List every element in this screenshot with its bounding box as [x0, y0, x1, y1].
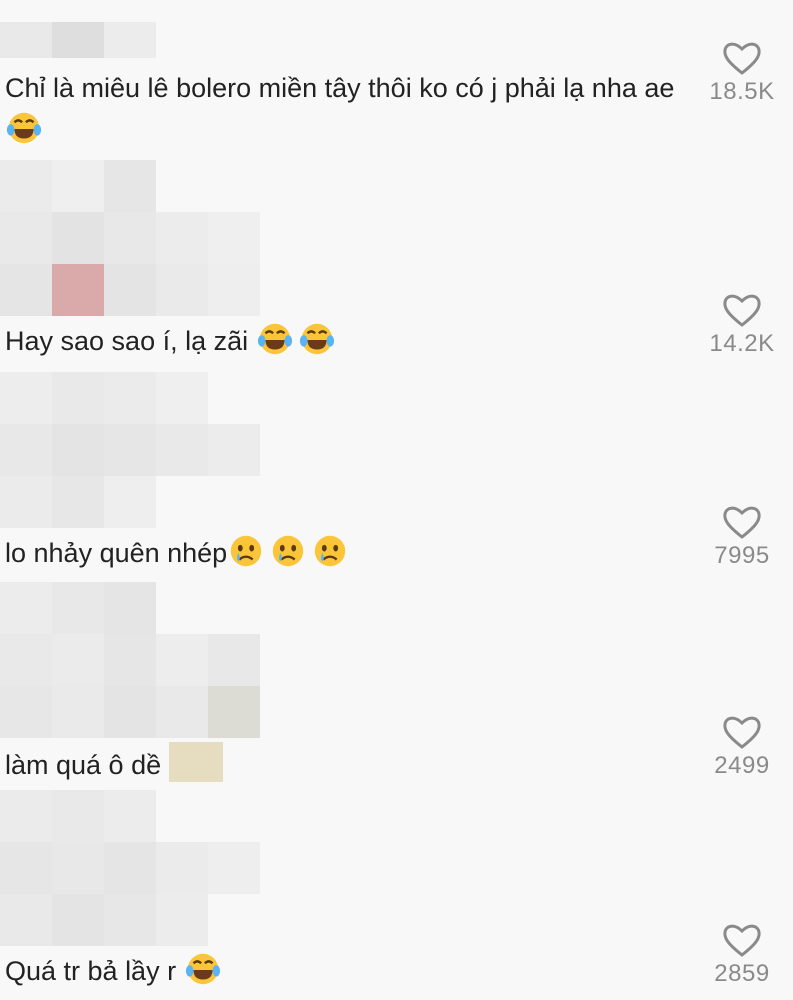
like-count: 2859 [714, 960, 770, 987]
heart-outline-icon [723, 42, 761, 75]
comment-text: Quá tr bả lầy r [5, 950, 685, 992]
like-count: 18.5K [709, 78, 775, 105]
laughing-tears-emoji [298, 320, 336, 358]
like-count: 2499 [714, 752, 770, 779]
like-button[interactable]: 2499 [704, 714, 780, 780]
comment-text: Chỉ là miêu lê bolero miền tây thôi ko c… [5, 68, 685, 151]
comment-item: lo nhảy quên nhép 7995 [0, 372, 793, 582]
redacted-emoji [169, 742, 224, 782]
sad-tear-emoji [311, 532, 349, 570]
laughing-tears-emoji [184, 950, 222, 988]
comment-item: Chỉ là miêu lê bolero miền tây thôi ko c… [0, 0, 793, 160]
like-button[interactable]: 14.2K [704, 292, 780, 358]
like-button[interactable]: 2859 [704, 922, 780, 988]
comment-text: Hay sao sao í, lạ zãi [5, 320, 685, 362]
comment-text: lo nhảy quên nhép [5, 532, 685, 574]
comment-text: làm quá ô dề [5, 742, 685, 786]
like-button[interactable]: 7995 [704, 504, 780, 570]
heart-outline-icon [723, 294, 761, 327]
laughing-tears-emoji [5, 109, 43, 147]
sad-tear-emoji [269, 532, 307, 570]
comment-item: làm quá ô dề 2499 [0, 582, 793, 792]
comment-item: Quá tr bả lầy r 2859 [0, 790, 793, 1000]
like-count: 7995 [714, 542, 770, 569]
heart-outline-icon [723, 716, 761, 749]
comment-item: Hay sao sao í, lạ zãi 14.2K [0, 160, 793, 370]
heart-outline-icon [723, 506, 761, 539]
sad-tear-emoji [227, 532, 265, 570]
like-button[interactable]: 18.5K [704, 40, 780, 106]
heart-outline-icon [723, 924, 761, 957]
like-count: 14.2K [709, 330, 775, 357]
laughing-tears-emoji [256, 320, 294, 358]
